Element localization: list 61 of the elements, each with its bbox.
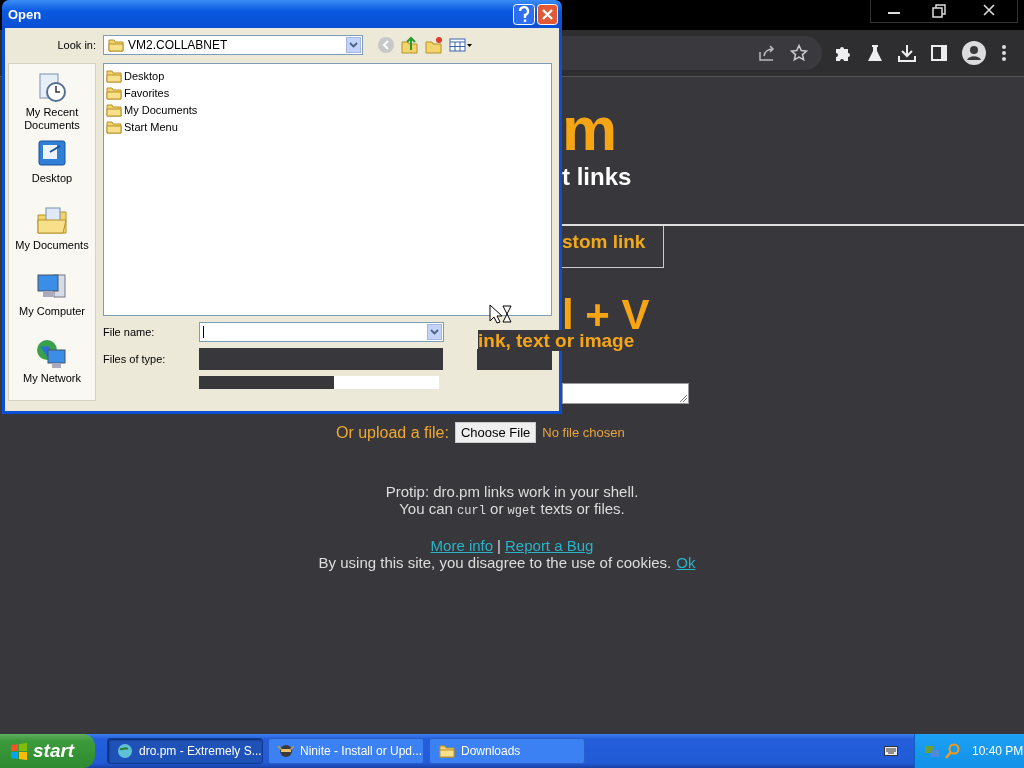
file-status-text: No file chosen xyxy=(542,425,625,440)
dialog-title: Open xyxy=(8,6,43,22)
network-computer-icon xyxy=(36,337,68,370)
star-icon[interactable] xyxy=(790,44,808,62)
help-icon[interactable] xyxy=(513,3,535,25)
cookie-notice: By using this site, you disagree to the use of cookies. xyxy=(318,554,672,571)
link-separator: | xyxy=(497,537,501,554)
profile-icon[interactable] xyxy=(962,41,986,65)
folder-item[interactable]: My Documents xyxy=(106,101,549,118)
flask-icon[interactable] xyxy=(866,44,884,62)
paste-text-area[interactable] xyxy=(562,383,689,404)
files-of-type-label: Files of type: xyxy=(103,353,167,365)
new-folder-icon[interactable] xyxy=(425,36,443,54)
view-menu-icon[interactable] xyxy=(449,37,473,53)
globe-icon xyxy=(117,743,133,759)
folder-item[interactable]: Favorites xyxy=(106,84,549,101)
folder-document-icon xyxy=(36,204,68,237)
report-bug-link[interactable]: Report a Bug xyxy=(505,537,594,554)
places-item[interactable]: Desktop xyxy=(10,138,94,201)
puzzle-icon[interactable] xyxy=(834,44,852,62)
file-name-field[interactable] xyxy=(199,322,444,342)
protip-text: You can curl or wget texts or files. xyxy=(399,500,625,520)
taskbar-button[interactable]: Ninite - Install or Upd... xyxy=(268,738,424,764)
choose-file-button[interactable]: Choose File xyxy=(454,422,537,443)
keyboard-icon[interactable] xyxy=(884,746,898,756)
places-item[interactable]: My Recent Documents xyxy=(10,72,94,135)
protip-text: Protip: dro.pm links work in your shell. xyxy=(385,483,639,500)
share-icon[interactable] xyxy=(758,44,776,62)
more-info-link[interactable]: More info xyxy=(430,537,494,554)
ninja-icon xyxy=(278,743,294,759)
places-item[interactable]: My Computer xyxy=(10,271,94,334)
look-in-dropdown[interactable]: VM2.COLLABNET xyxy=(103,35,363,55)
close-icon[interactable] xyxy=(537,3,558,25)
resize-grip-icon[interactable] xyxy=(679,394,687,402)
start-button[interactable]: start xyxy=(0,734,95,768)
download-icon[interactable] xyxy=(898,44,916,62)
folder-icon xyxy=(106,68,122,83)
folder-icon xyxy=(106,102,122,117)
site-tagline: t links xyxy=(562,163,632,191)
look-in-label: Look in: xyxy=(56,39,97,51)
side-panel-icon[interactable] xyxy=(930,44,948,62)
upload-label: Or upload a file: xyxy=(336,423,449,442)
site-title: m xyxy=(562,97,618,161)
folder-icon xyxy=(106,119,122,134)
taskbar-button[interactable]: dro.pm - Extremely S... xyxy=(107,738,263,764)
places-item[interactable]: My Documents xyxy=(10,204,94,268)
clock-document-icon xyxy=(36,72,68,104)
taskbar-button[interactable]: Downloads xyxy=(429,738,585,764)
up-folder-icon[interactable] xyxy=(401,36,419,54)
folder-icon xyxy=(439,744,455,758)
menu-icon[interactable] xyxy=(1000,44,1008,62)
cookie-ok-link[interactable]: Ok xyxy=(676,554,696,571)
folder-item[interactable]: Desktop xyxy=(106,67,549,84)
folder-item[interactable]: Start Menu xyxy=(106,118,549,135)
folder-icon xyxy=(108,38,124,52)
folder-icon xyxy=(106,85,122,100)
chevron-down-icon xyxy=(349,42,358,48)
file-name-label: File name: xyxy=(103,326,156,338)
places-item[interactable]: My Network xyxy=(10,337,94,401)
chevron-down-icon xyxy=(430,329,439,335)
windows-flag-icon xyxy=(10,742,28,760)
